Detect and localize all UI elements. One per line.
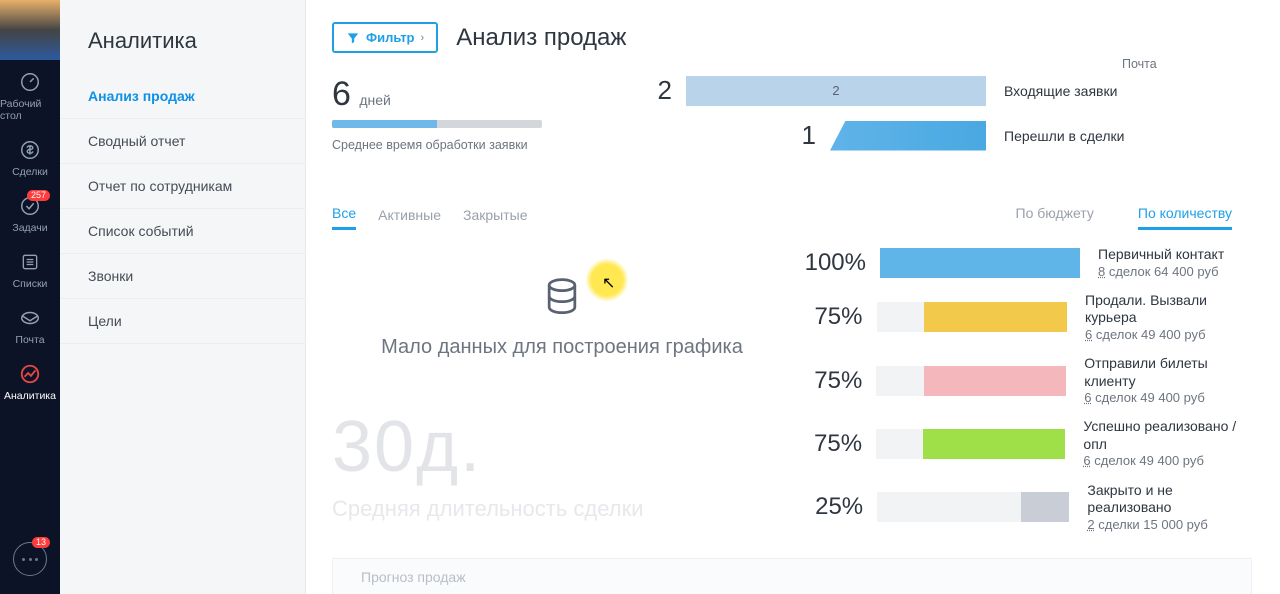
sidebar-title: Аналитика [60, 0, 305, 74]
stat-days: 6 дней Среднее время обработки заявки [332, 75, 612, 152]
deals-bar [830, 121, 986, 151]
stage-sub: 2 сделки 15 000 руб [1087, 517, 1254, 533]
dollar-icon [18, 138, 42, 162]
rail-label: Почта [15, 334, 44, 346]
chevron-right-icon: › [421, 32, 425, 44]
rail-label: Сделки [12, 166, 48, 178]
stage-title: Успешно реализовано / опл [1083, 418, 1254, 453]
tab-by-count[interactable]: По количеству [1138, 205, 1232, 230]
stage-bar [876, 366, 1066, 396]
stage-percent: 75% [792, 303, 863, 331]
stage-bar [880, 248, 1080, 278]
sidebar-item-sales-analysis[interactable]: Анализ продаж [60, 74, 305, 119]
list-icon [18, 250, 42, 274]
incoming-label: Входящие заявки [1004, 83, 1117, 99]
ghost-duration-label: Средняя длительность сделки [332, 496, 644, 522]
main-content: Фильтр › Анализ продаж 6 дней Среднее вр… [306, 0, 1280, 594]
stage-sub: 8 сделок 64 400 руб [1098, 264, 1224, 280]
funnel-icon [346, 31, 360, 45]
stage-info: Первичный контакт8 сделок 64 400 руб [1098, 246, 1224, 280]
page-title: Анализ продаж [456, 24, 626, 52]
stage-row: 25% Закрыто и не реализовано2 сделки 15 0… [792, 482, 1254, 533]
deals-count: 1 [612, 120, 816, 151]
stage-percent: 25% [792, 493, 863, 521]
stage-sub: 6 сделок 49 400 руб [1083, 453, 1254, 469]
stage-title: Отправили билеты клиенту [1084, 355, 1254, 390]
days-sublabel: Среднее время обработки заявки [332, 138, 612, 152]
stage-info: Продали. Вызвали курьера6 сделок 49 400 … [1085, 292, 1254, 343]
funnel-source-label: Почта [1122, 57, 1157, 71]
stage-info: Отправили билеты клиенту6 сделок 49 400 … [1084, 355, 1254, 406]
tab-by-budget[interactable]: По бюджету [1016, 205, 1094, 230]
stage-info: Успешно реализовано / опл6 сделок 49 400… [1083, 418, 1254, 469]
stage-title: Закрыто и не реализовано [1087, 482, 1254, 517]
cursor-icon: ↖ [602, 273, 615, 293]
mail-icon [18, 306, 42, 330]
rail-header-image [0, 0, 60, 60]
rail-label: Рабочий стол [0, 98, 60, 122]
chat-button[interactable]: 13 [13, 542, 47, 576]
stage-title: Первичный контакт [1098, 246, 1224, 264]
stage-percent: 100% [792, 249, 866, 277]
analytics-icon [18, 362, 42, 386]
stage-row: 75% Продали. Вызвали курьера6 сделок 49 4… [792, 292, 1254, 343]
sidebar-item-summary[interactable]: Сводный отчет [60, 119, 305, 164]
rail-item-lists[interactable]: Списки [0, 240, 60, 296]
incoming-bar-value: 2 [832, 83, 839, 98]
stages-list: 100% Первичный контакт8 сделок 64 400 руб… [792, 246, 1254, 545]
deals-label: Перешли в сделки [1004, 128, 1124, 144]
check-circle-icon: 257 [18, 194, 42, 218]
stage-row: 100% Первичный контакт8 сделок 64 400 руб [792, 246, 1254, 280]
sidebar-item-goals[interactable]: Цели [60, 299, 305, 344]
rail-item-mail[interactable]: Почта [0, 296, 60, 352]
filter-label: Фильтр [366, 30, 415, 45]
filter-button[interactable]: Фильтр › [332, 22, 438, 53]
days-progress [332, 120, 542, 128]
tasks-badge: 257 [27, 190, 50, 201]
chart-placeholder-area: Мало данных для построения графика 30д. … [332, 246, 792, 545]
stage-percent: 75% [792, 367, 862, 395]
stage-info: Закрыто и не реализовано2 сделки 15 000 … [1087, 482, 1254, 533]
sidebar-item-calls[interactable]: Звонки [60, 254, 305, 299]
incoming-bar: 2 [686, 76, 986, 106]
sidebar-item-events[interactable]: Список событий [60, 209, 305, 254]
stage-title: Продали. Вызвали курьера [1085, 292, 1254, 327]
tab-active[interactable]: Активные [378, 207, 441, 229]
incoming-count: 2 [612, 75, 672, 106]
stage-bar [877, 302, 1068, 332]
rail-item-analytics[interactable]: Аналитика [0, 352, 60, 408]
stage-sub: 6 сделок 49 400 руб [1084, 390, 1254, 406]
sidebar: Аналитика Анализ продаж Сводный отчет От… [60, 0, 306, 594]
rail-label: Аналитика [4, 390, 56, 402]
days-unit: дней [359, 92, 391, 108]
tabs-row: Все Активные Закрытые По бюджету По коли… [332, 205, 1254, 230]
rail-label: Списки [13, 278, 48, 290]
ghost-duration-value: 30д. [332, 406, 482, 488]
stage-bar [876, 429, 1065, 459]
stage-percent: 75% [792, 430, 862, 458]
placeholder-message: Мало данных для построения графика [332, 334, 792, 361]
days-value: 6 [332, 75, 351, 114]
left-rail: Рабочий стол Сделки 257 Задачи Списки По… [0, 0, 60, 594]
stage-bar [877, 492, 1069, 522]
rail-item-tasks[interactable]: 257 Задачи [0, 184, 60, 240]
chat-badge: 13 [32, 537, 50, 548]
stage-row: 75% Успешно реализовано / опл6 сделок 49 … [792, 418, 1254, 469]
tab-all[interactable]: Все [332, 205, 356, 230]
rail-item-deals[interactable]: Сделки [0, 128, 60, 184]
database-icon [540, 276, 584, 320]
stage-row: 75% Отправили билеты клиенту6 сделок 49 4… [792, 355, 1254, 406]
gauge-icon [18, 70, 42, 94]
tab-closed[interactable]: Закрытые [463, 207, 527, 229]
rail-label: Задачи [12, 222, 47, 234]
rail-item-desktop[interactable]: Рабочий стол [0, 60, 60, 128]
forecast-section[interactable]: Прогноз продаж [332, 558, 1252, 594]
funnel-block: Почта 2 2 Входящие заявки 1 Перешли в сд… [612, 75, 1254, 165]
stage-sub: 6 сделок 49 400 руб [1085, 327, 1254, 343]
sidebar-item-employees[interactable]: Отчет по сотрудникам [60, 164, 305, 209]
forecast-label: Прогноз продаж [361, 569, 466, 585]
